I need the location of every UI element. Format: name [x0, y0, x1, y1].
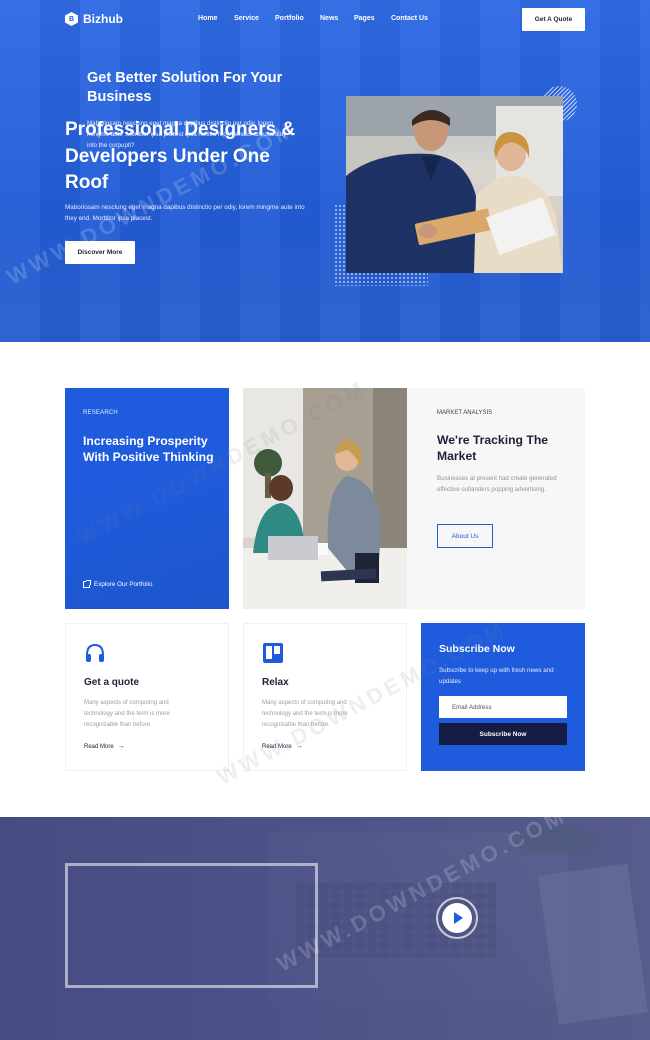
- service-card-relax: Relax Many aspects of computing and tech…: [243, 623, 407, 771]
- external-link-icon: [83, 580, 91, 588]
- brand-logo[interactable]: B Bizhub: [65, 12, 123, 26]
- cta-title: Get Better Solution For Your Business: [87, 70, 283, 105]
- market-analysis-card: MARKET ANALYSIS We're Tracking The Marke…: [407, 388, 585, 609]
- nav-item-contact[interactable]: Contact Us: [391, 15, 451, 22]
- explore-portfolio-link[interactable]: Explore Our Portfolio: [83, 580, 153, 588]
- explore-portfolio-label: Explore Our Portfolio: [94, 581, 153, 588]
- subscribe-button[interactable]: Subscribe Now: [439, 723, 567, 745]
- hero-section: B Bizhub Home Service Portfolio News Pag…: [0, 0, 650, 342]
- service-description: Many aspects of computing and technology…: [262, 700, 348, 728]
- email-field[interactable]: [439, 696, 567, 718]
- arrow-right-icon: →: [117, 743, 125, 750]
- cta-description: Maboriosam nesclung eget magna dapibus d…: [87, 120, 287, 149]
- market-label: MARKET ANALYSIS: [437, 410, 493, 416]
- market-title: We're Tracking The Market: [437, 433, 549, 463]
- two-women-working-illustration: [243, 388, 407, 609]
- read-more-link[interactable]: Read More →: [84, 743, 125, 750]
- nav-item-home[interactable]: Home: [198, 15, 234, 22]
- brand-name: Bizhub: [83, 12, 123, 26]
- subscribe-card: Subscribe Now Subscribe to keep up with …: [421, 623, 585, 771]
- logo-letter: B: [68, 15, 75, 23]
- logo-icon: B: [65, 12, 78, 26]
- office-meeting-photo: [243, 388, 407, 609]
- trello-board-icon: [263, 643, 283, 663]
- service-title: Relax: [262, 677, 289, 688]
- nav-item-service[interactable]: Service: [234, 15, 275, 22]
- read-more-label: Read More: [84, 743, 114, 750]
- get-a-quote-button[interactable]: Get A Quote: [522, 8, 585, 31]
- service-description: Many aspects of computing and technology…: [84, 700, 170, 728]
- cta-frame: [65, 863, 318, 988]
- research-card-overlay: [65, 388, 229, 609]
- discover-more-button[interactable]: Discover More: [65, 241, 135, 264]
- video-play-button[interactable]: [436, 897, 478, 939]
- research-card: RESEARCH Increasing Prosperity With Posi…: [65, 388, 229, 609]
- service-card-get-a-quote: Get a quote Many aspects of computing an…: [65, 623, 229, 771]
- play-icon: [454, 912, 463, 924]
- nav-item-portfolio[interactable]: Portfolio: [275, 15, 320, 22]
- research-label: RESEARCH: [83, 410, 118, 416]
- read-more-label: Read More: [262, 743, 292, 750]
- service-title: Get a quote: [84, 677, 140, 688]
- play-button-circle: [442, 903, 472, 933]
- subscribe-title: Subscribe Now: [439, 643, 515, 655]
- hero-team-photo: [346, 96, 563, 273]
- arrow-right-icon: →: [295, 743, 303, 750]
- nav-item-pages[interactable]: Pages: [354, 15, 391, 22]
- top-navigation: B Bizhub Home Service Portfolio News Pag…: [0, 0, 650, 40]
- read-more-link[interactable]: Read More →: [262, 743, 303, 750]
- subscribe-description: Subscribe to keep up with fresh news and…: [439, 667, 554, 685]
- cta-section: WWW.DOWNDEMO.COM: [0, 817, 650, 1040]
- research-title: Increasing Prosperity With Positive Thin…: [83, 434, 214, 464]
- hero-description: Maboriosam nesclung eget magna dapibus d…: [65, 204, 305, 222]
- people-with-tablet-illustration: [346, 96, 563, 273]
- about-us-button[interactable]: About Us: [437, 524, 493, 548]
- market-description: Businesses at present had create generat…: [437, 475, 557, 493]
- headphones-icon: [86, 643, 104, 662]
- main-menu: Home Service Portfolio News Pages Contac…: [198, 15, 451, 22]
- nav-item-news[interactable]: News: [320, 15, 354, 22]
